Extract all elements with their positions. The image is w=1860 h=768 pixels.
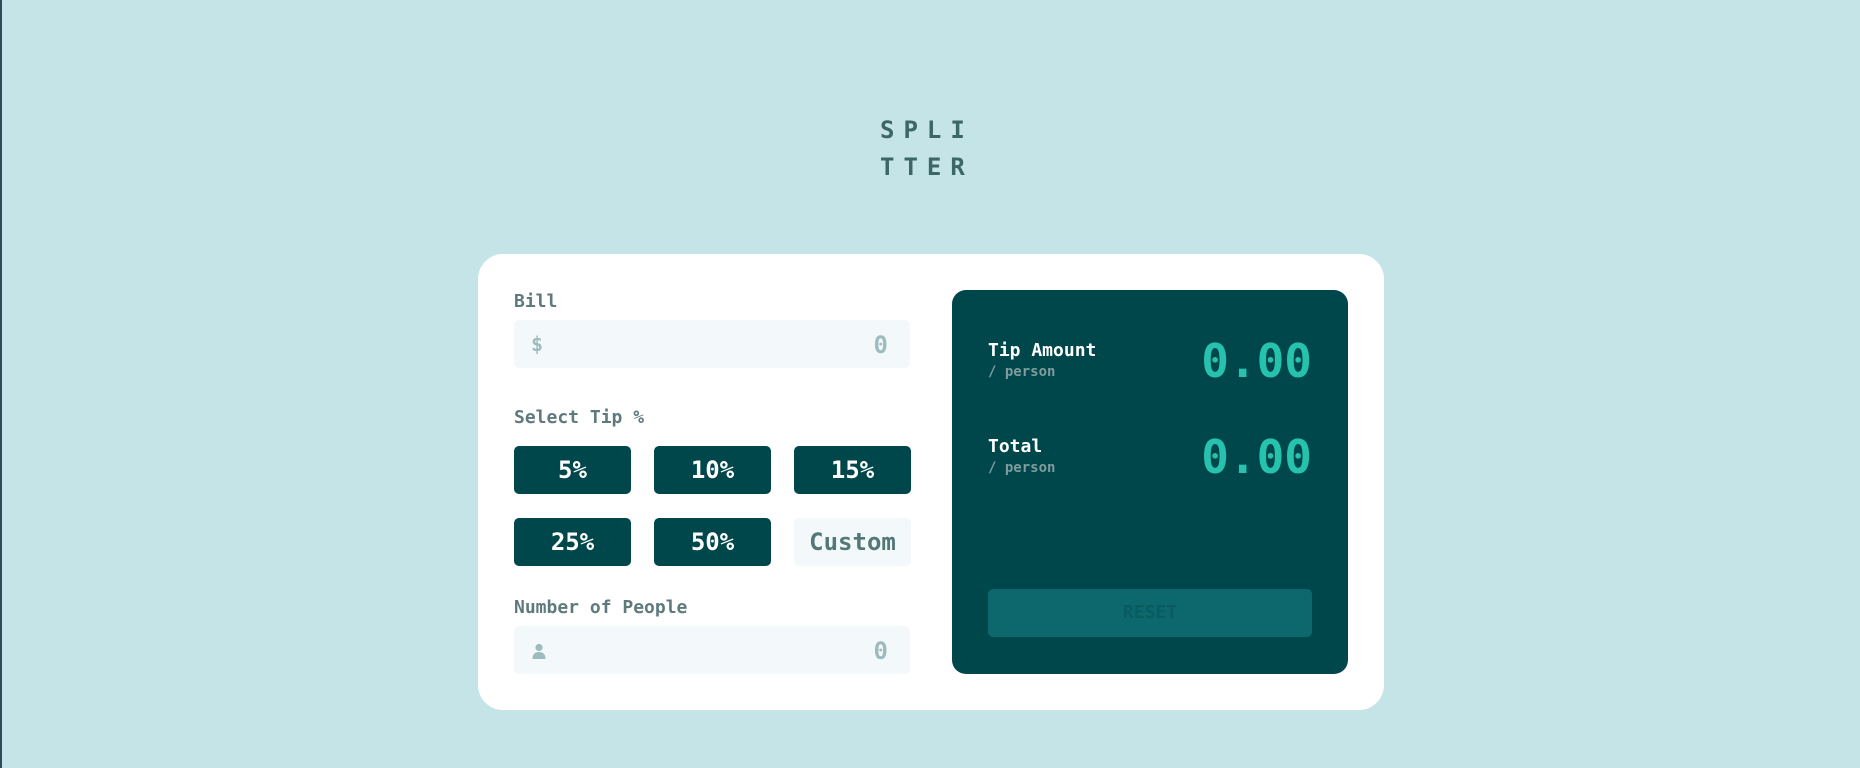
total-per-person: / person bbox=[988, 460, 1056, 476]
people-label: Number of People bbox=[514, 597, 688, 618]
tip-15-button[interactable]: 15% bbox=[794, 446, 911, 494]
custom-tip-input[interactable]: Custom bbox=[794, 518, 911, 566]
bill-label: Bill bbox=[514, 291, 558, 312]
total-label: Total bbox=[988, 436, 1043, 457]
tip-amount-value: 0.00 bbox=[1201, 334, 1312, 388]
select-tip-label: Select Tip % bbox=[514, 407, 645, 428]
people-input[interactable]: 0 bbox=[514, 626, 910, 674]
total-value: 0.00 bbox=[1201, 430, 1312, 484]
tip-amount-per-person: / person bbox=[988, 364, 1056, 380]
calculator-card: Bill $ 0 Select Tip % 5% 10% 15% 25% 50%… bbox=[478, 254, 1384, 710]
tip-amount-label: Tip Amount bbox=[988, 340, 1097, 361]
reset-button[interactable]: RESET bbox=[988, 589, 1312, 637]
result-panel: Tip Amount / person 0.00 Total / person … bbox=[952, 290, 1348, 674]
app-logo: SPLITTER bbox=[880, 116, 974, 181]
window-edge bbox=[0, 0, 2, 768]
tip-50-button[interactable]: 50% bbox=[654, 518, 771, 566]
people-value: 0 bbox=[873, 637, 888, 665]
tip-25-button[interactable]: 25% bbox=[514, 518, 631, 566]
tip-10-button[interactable]: 10% bbox=[654, 446, 771, 494]
tip-5-button[interactable]: 5% bbox=[514, 446, 631, 494]
bill-input[interactable]: $ 0 bbox=[514, 320, 910, 368]
bill-value: 0 bbox=[873, 331, 888, 359]
person-icon bbox=[532, 643, 546, 659]
dollar-icon: $ bbox=[531, 332, 544, 356]
